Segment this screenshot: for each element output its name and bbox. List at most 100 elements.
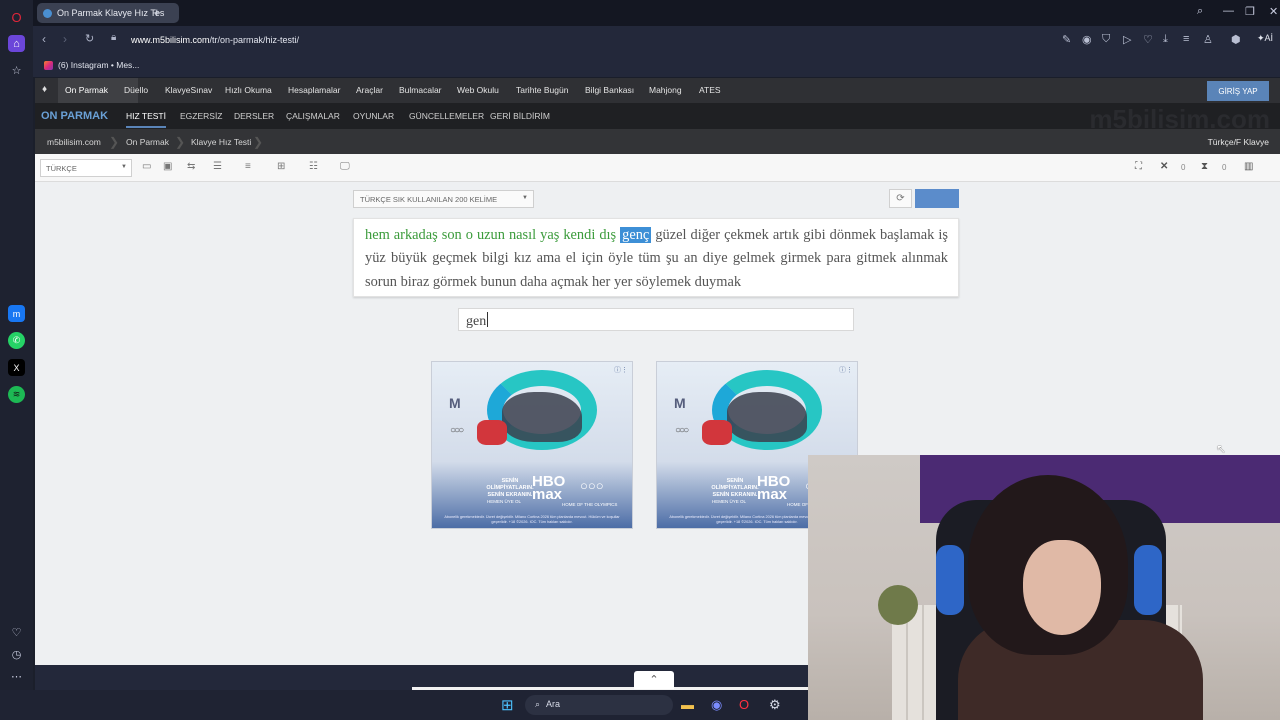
nav-mahjong[interactable]: Mahjong	[649, 85, 682, 95]
nav-tarihte-bugun[interactable]: Tarihte Bugün	[516, 85, 568, 95]
ad-legal: Abonelik gerekmektedir. Ücret değişebili…	[444, 515, 620, 524]
nav-araclar[interactable]: Araçlar	[356, 85, 383, 95]
list-icon[interactable]: ☷	[309, 161, 318, 172]
arrows-icon[interactable]: ⇆	[187, 161, 195, 172]
heart-outline-icon[interactable]: ♡	[1143, 33, 1153, 46]
shield-icon[interactable]: ⛉	[1102, 33, 1110, 46]
subnav-geri-bildirim[interactable]: GERİ BİLDİRİM	[490, 111, 550, 121]
ad-banner[interactable]: M ○○○ SENİN OLİMPİYATLARIN. SENİN EKRANI…	[431, 361, 633, 529]
profile-icon[interactable]: ♙	[1203, 33, 1213, 46]
word-set-select[interactable]: TÜRKÇE SIK KULLANILAN 200 KELİME ▼	[353, 190, 534, 208]
subnav-oyunlar[interactable]: OYUNLAR	[353, 111, 394, 121]
windows-start-icon[interactable]: ⊞	[501, 696, 514, 714]
camera-icon[interactable]: ◉	[1082, 33, 1092, 46]
search-tabs-icon[interactable]: ⌕	[1197, 5, 1203, 18]
subnav-egzersiz[interactable]: EGZERSİZ	[180, 111, 223, 121]
whatsapp-icon[interactable]: ✆	[8, 332, 25, 349]
ai-button[interactable]: ✦Aİ	[1257, 33, 1273, 44]
keyboard-layout-label[interactable]: Türkçe/F Klavye	[1208, 137, 1269, 147]
subnav-calismalar[interactable]: ÇALIŞMALAR	[286, 111, 340, 121]
history-icon[interactable]: ◷	[8, 646, 25, 663]
subnav-dersler[interactable]: DERSLER	[234, 111, 274, 121]
time-count: 0	[1222, 163, 1227, 172]
nav-on-parmak[interactable]: On Parmak	[65, 85, 108, 95]
ad-home: HOME OF THE OLYMPICS	[562, 502, 618, 507]
nav-ates[interactable]: ATES	[699, 85, 721, 95]
file-explorer-icon[interactable]: ▬	[681, 697, 694, 712]
refresh-button[interactable]: ⟳	[889, 189, 912, 208]
reload-icon[interactable]: ↻	[85, 32, 94, 45]
opera-icon[interactable]: O	[739, 697, 749, 712]
minimize-icon[interactable]: —	[1223, 5, 1234, 17]
forward-icon[interactable]: ›	[63, 32, 67, 46]
ad-athlete-graphic	[502, 392, 582, 442]
extensions-icon[interactable]: ⬢	[1231, 33, 1241, 46]
url-host: www.m5bilisim.com	[131, 35, 210, 45]
stats-icon[interactable]: ▥	[1244, 161, 1253, 172]
bookmark-instagram[interactable]: (6) Instagram • Mes...	[44, 60, 139, 70]
home-icon[interactable]: ⌂	[8, 35, 25, 52]
webcam-chair-accent	[1134, 545, 1162, 615]
login-button[interactable]: GİRİŞ YAP	[1207, 81, 1269, 101]
breadcrumb-separator-icon: ❯	[253, 135, 264, 149]
menu-icon[interactable]: ≡	[1183, 33, 1189, 45]
breadcrumb-current: Klavye Hız Testi	[191, 137, 252, 147]
test-toolbar: TÜRKÇE ▼ ▭ ▣ ⇆ ☰ ≡ ⊞ ☷ 🖵︎ ⛶ ✕ 0 ⧗ 0 ▥	[35, 154, 1280, 182]
nav-bulmacalar[interactable]: Bulmacalar	[399, 85, 442, 95]
language-select-value: TÜRKÇE	[46, 164, 77, 173]
browser-sidebar: O ⌂ ☆ m ✆ X ≋ ♡ ◷ ⋯	[0, 0, 33, 720]
star-icon[interactable]: ☆	[8, 62, 25, 79]
spotify-icon[interactable]: ≋	[8, 386, 25, 403]
olympic-rings-icon: ○○○	[450, 425, 464, 436]
ad-athlete-graphic	[477, 420, 507, 445]
taskbar-search-placeholder: Ara	[546, 699, 561, 709]
ad-info-icon[interactable]: ⓘ⋮	[839, 365, 853, 375]
current-word: genç	[620, 227, 652, 243]
more-icon[interactable]: ⋯	[8, 668, 25, 685]
typing-input[interactable]: gen	[458, 308, 854, 331]
settings-app-icon[interactable]: ⚙	[769, 697, 781, 713]
scroll-up-button[interactable]: ⌃	[634, 671, 674, 689]
discord-icon[interactable]: ◉	[711, 697, 722, 713]
opera-logo-icon[interactable]: O	[8, 9, 25, 26]
align-icon[interactable]: ≡	[245, 161, 251, 172]
play-icon[interactable]: ▷	[1123, 33, 1131, 46]
nav-hesaplamalar[interactable]: Hesaplamalar	[288, 85, 340, 95]
language-select[interactable]: TÜRKÇE ▼	[40, 159, 132, 177]
breadcrumb-separator-icon: ❯	[175, 135, 186, 149]
grid-icon[interactable]: ⊞	[277, 161, 285, 172]
timer-button[interactable]	[915, 189, 959, 208]
edit-icon[interactable]: ✎	[1062, 33, 1071, 46]
url-field[interactable]: www.m5bilisim.com/tr/on-parmak/hiz-testi…	[131, 35, 299, 45]
error-count: 0	[1181, 163, 1186, 172]
breadcrumb: m5bilisim.com ❯ On Parmak ❯ Klavye Hız T…	[35, 129, 1280, 154]
back-icon[interactable]: ‹	[42, 32, 46, 46]
nav-web-okulu[interactable]: Web Okulu	[457, 85, 499, 95]
download-icon[interactable]: ⤓	[1163, 33, 1168, 46]
subnav-guncellemeler[interactable]: GÜNCELLEMELER	[409, 111, 484, 121]
nav-bilgi-bankasi[interactable]: Bilgi Bankası	[585, 85, 634, 95]
ad-info-icon[interactable]: ⓘ⋮	[614, 365, 628, 375]
heart-icon[interactable]: ♡	[8, 624, 25, 641]
close-window-icon[interactable]: ✕	[1269, 5, 1278, 18]
messenger-icon[interactable]: m	[8, 305, 25, 322]
brand-title[interactable]: ON PARMAK	[41, 110, 108, 122]
ai-label: Aİ	[1264, 33, 1274, 43]
nav-hizli-okuma[interactable]: Hızlı Okuma	[225, 85, 272, 95]
breadcrumb-home[interactable]: m5bilisim.com	[47, 137, 101, 147]
text-caret	[487, 312, 489, 327]
layout-icon[interactable]: ▣	[163, 161, 172, 172]
monitor-icon[interactable]: 🖵︎	[340, 161, 350, 172]
breadcrumb-on-parmak[interactable]: On Parmak	[126, 137, 169, 147]
restore-icon[interactable]: ❐	[1245, 5, 1255, 18]
subnav-hiz-testi[interactable]: HIZ TESTİ	[126, 111, 166, 128]
nav-duello[interactable]: Düello	[124, 85, 148, 95]
new-tab-icon[interactable]: +	[153, 5, 161, 20]
x-twitter-icon[interactable]: X	[8, 359, 25, 376]
lines-icon[interactable]: ☰	[213, 161, 222, 172]
fullscreen-icon[interactable]: ⛶	[1135, 161, 1142, 172]
page-icon[interactable]: ▭	[142, 161, 151, 172]
taskbar-search[interactable]: ⌕ Ara	[525, 695, 673, 715]
address-bar: ‹ › ↻ 🔒︎ www.m5bilisim.com/tr/on-parmak/…	[33, 26, 1280, 54]
nav-klavyesinav[interactable]: KlavyeSınav	[165, 85, 212, 95]
